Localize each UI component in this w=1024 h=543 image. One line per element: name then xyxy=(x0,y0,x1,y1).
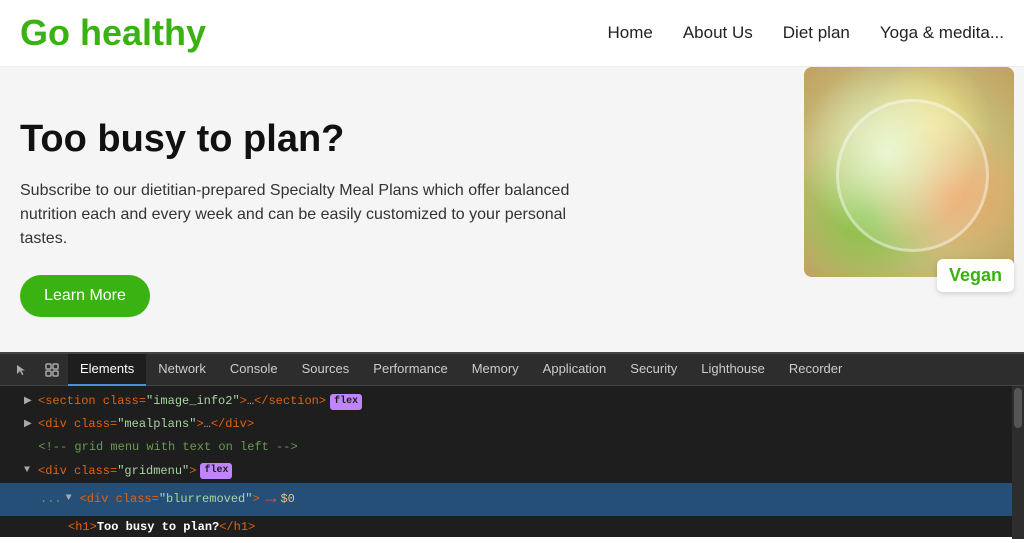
main-nav: Home About Us Diet plan Yoga & medita... xyxy=(607,23,1004,43)
nav-diet[interactable]: Diet plan xyxy=(783,23,850,43)
tab-sources[interactable]: Sources xyxy=(290,354,362,386)
inspector-icon[interactable] xyxy=(38,356,66,384)
hero-image-area: Vegan xyxy=(804,67,1024,357)
expand-arrow-2[interactable] xyxy=(24,417,36,433)
tab-lighthouse[interactable]: Lighthouse xyxy=(689,354,777,386)
dt-line-4: <div class="gridmenu"> flex xyxy=(0,460,1024,483)
vegan-badge: Vegan xyxy=(937,259,1014,292)
nav-yoga[interactable]: Yoga & medita... xyxy=(880,23,1004,43)
expand-arrow-4[interactable] xyxy=(24,463,36,479)
cursor-icon[interactable] xyxy=(8,356,36,384)
dt-line-2: <div class="mealplans">…</div> xyxy=(0,413,1024,436)
dt-line-1: <section class="image_info2">…</section>… xyxy=(0,390,1024,413)
dt-line-5: ... <div class="blurremoved"> $0 xyxy=(0,483,1024,516)
tab-elements[interactable]: Elements xyxy=(68,354,146,386)
learn-more-button[interactable]: Learn More xyxy=(20,275,150,317)
dt-line-6: <h1> Too busy to plan?</h1> xyxy=(0,516,1024,539)
header: Go healthy Home About Us Diet plan Yoga … xyxy=(0,0,1024,67)
devtools-scrollbar[interactable] xyxy=(1012,386,1024,539)
tab-security[interactable]: Security xyxy=(618,354,689,386)
site-logo: Go healthy xyxy=(20,12,206,54)
dt-line-3: <!-- grid menu with text on left --> xyxy=(0,436,1024,459)
scrollbar-thumb[interactable] xyxy=(1014,388,1022,428)
tab-network[interactable]: Network xyxy=(146,354,218,386)
expand-arrow-1[interactable] xyxy=(24,394,36,410)
tab-memory[interactable]: Memory xyxy=(460,354,531,386)
tab-performance[interactable]: Performance xyxy=(361,354,459,386)
hero-description: Subscribe to our dietitian-prepared Spec… xyxy=(20,179,600,251)
food-image xyxy=(804,67,1014,277)
devtools-tabs: Elements Network Console Sources Perform… xyxy=(0,354,1024,386)
devtools-elements-content: <section class="image_info2">…</section>… xyxy=(0,386,1024,543)
tab-recorder[interactable]: Recorder xyxy=(777,354,854,386)
hero-title: Too busy to plan? xyxy=(20,118,600,161)
hero-section: Too busy to plan? Subscribe to our dieti… xyxy=(0,67,1024,357)
tab-console[interactable]: Console xyxy=(218,354,290,386)
nav-home[interactable]: Home xyxy=(607,23,652,43)
devtools-panel: Elements Network Console Sources Perform… xyxy=(0,352,1024,537)
tab-application[interactable]: Application xyxy=(531,354,619,386)
red-arrow-indicator xyxy=(266,485,277,514)
hero-content: Too busy to plan? Subscribe to our dieti… xyxy=(0,67,620,357)
expand-arrow-5[interactable] xyxy=(66,491,78,507)
nav-about[interactable]: About Us xyxy=(683,23,753,43)
